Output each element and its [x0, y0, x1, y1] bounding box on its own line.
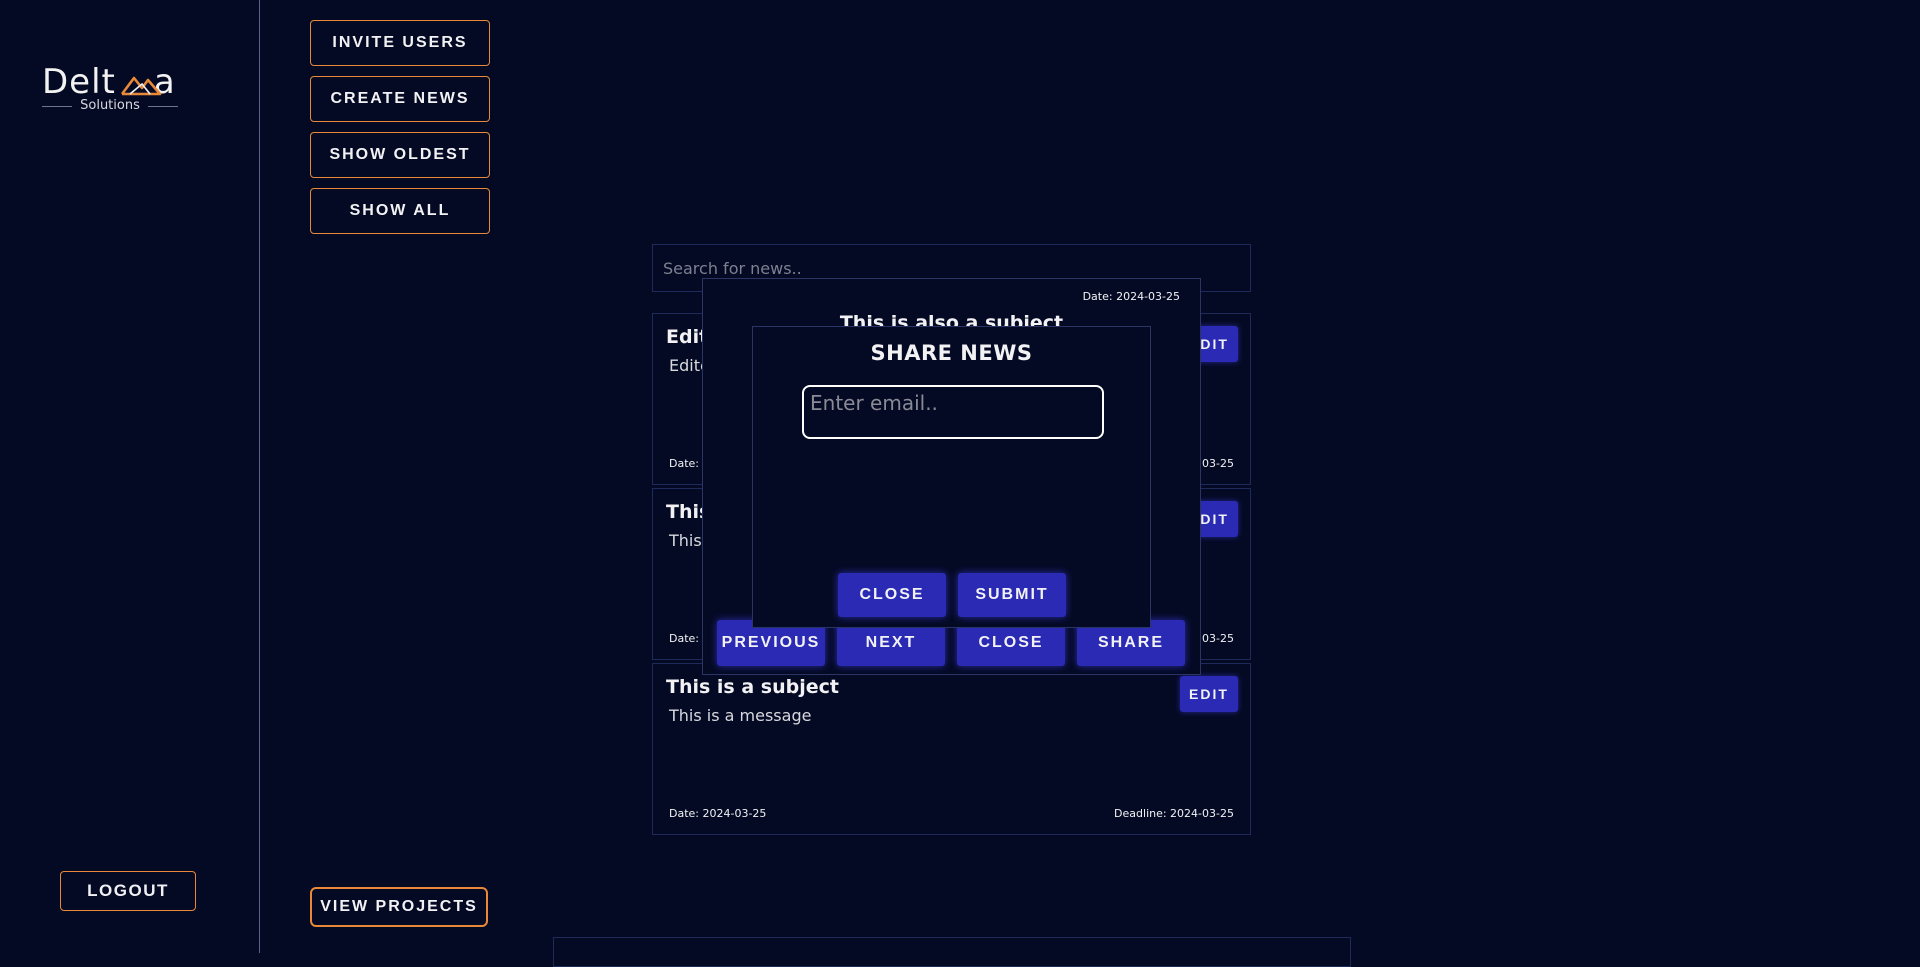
- view-news-date: Date: 2024-03-25: [1082, 290, 1180, 303]
- sidebar: Delt a Solutions LOGOUT: [0, 0, 260, 953]
- news-date: Date: 2024-03-25: [669, 807, 767, 820]
- mountain-logo-icon: [120, 76, 162, 96]
- news-message: This: [669, 531, 702, 550]
- logo-subtitle: Solutions: [42, 98, 178, 114]
- share-news-modal: SHARE NEWS CLOSE SUBMIT: [752, 326, 1151, 628]
- share-email-field[interactable]: [802, 385, 1104, 439]
- news-deadline: 03-25: [1202, 632, 1234, 645]
- invite-users-button[interactable]: INVITE USERS: [310, 20, 490, 66]
- close-share-button[interactable]: CLOSE: [838, 573, 946, 617]
- logo-text-left: Delt: [42, 62, 116, 102]
- news-message: This is a message: [669, 706, 812, 725]
- edit-news-button[interactable]: EDIT: [1180, 676, 1238, 712]
- news-deadline: Deadline: 2024-03-25: [1114, 807, 1234, 820]
- news-card: This is a subject This is a message Date…: [652, 663, 1251, 835]
- submit-share-button[interactable]: SUBMIT: [958, 573, 1066, 617]
- deltma-logo[interactable]: Delt a Solutions: [42, 62, 182, 113]
- logout-button[interactable]: LOGOUT: [60, 871, 196, 911]
- show-all-button[interactable]: SHOW ALL: [310, 188, 490, 234]
- create-news-button[interactable]: CREATE NEWS: [310, 76, 490, 122]
- news-deadline: 03-25: [1202, 457, 1234, 470]
- share-modal-title: SHARE NEWS: [870, 341, 1033, 365]
- projects-panel: [553, 937, 1351, 967]
- news-subject: This is a subject: [666, 676, 839, 698]
- show-oldest-button[interactable]: SHOW OLDEST: [310, 132, 490, 178]
- view-projects-button[interactable]: VIEW PROJECTS: [310, 887, 488, 927]
